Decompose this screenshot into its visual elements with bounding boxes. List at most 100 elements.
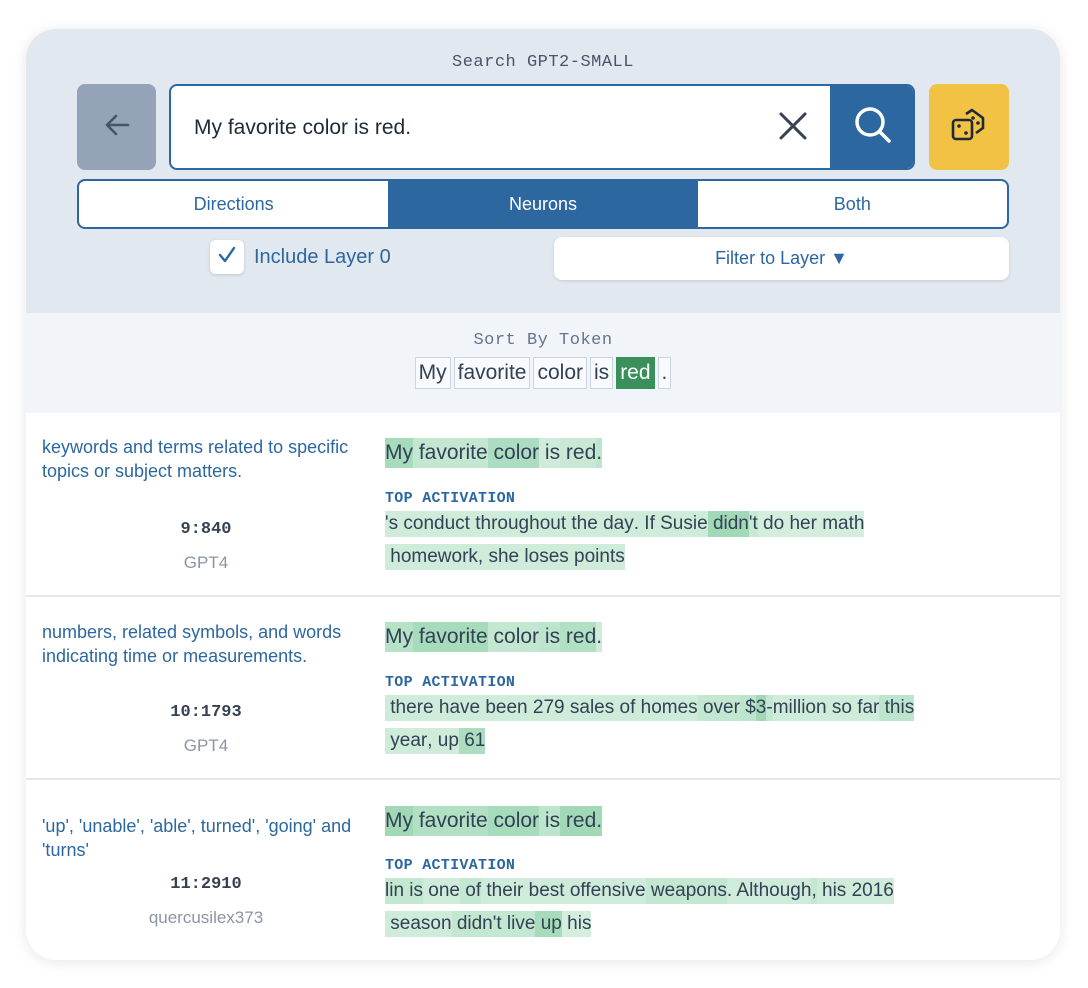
activation-token: his [816,878,847,904]
sort-by-token: Sort By Token My favorite color is red . [26,313,1060,413]
neuron-description: keywords and terms related to specific t… [42,437,349,481]
activation-token: up [432,728,459,754]
activation-line: lin is one of their best offensive weapo… [385,878,1005,911]
neuron-description: numbers, related symbols, and words indi… [42,622,342,666]
result-row[interactable]: 'up', 'unable', 'able', turned', 'going'… [26,780,1060,960]
activation-token: color [487,806,540,836]
search-box [169,84,915,170]
activation-token: If [639,511,655,537]
activation-token: My [385,806,413,836]
activation-token: over [697,695,740,721]
check-icon [217,245,237,270]
activation-token: do [757,511,785,537]
tab-neurons[interactable]: Neurons [388,181,698,227]
activation-token: have [433,695,481,721]
activation-token: sales [564,695,615,721]
activation-line: 's conduct throughout the day. If Susie … [385,511,1005,544]
include-layer0-checkbox[interactable] [210,240,244,274]
activation-token: weapons [645,878,727,904]
clear-button[interactable] [771,106,815,150]
activation-token: 't [748,511,758,537]
activation-token: homework [385,544,478,570]
search-card: Search GPT2-SMALL My favorite color is r… [26,29,1060,960]
search-panel: Search GPT2-SMALL My favorite color is r… [26,29,1060,313]
include-layer0-label: Include Layer 0 [254,245,391,268]
activation-token: been [480,695,528,721]
activation-line: there have been 279 sales of homes over … [385,695,1005,728]
activation-token: his [561,911,592,937]
activation-token: Although [732,878,812,904]
activation-token: color [487,622,540,652]
neuron-id: 10:1793 [170,703,242,722]
top-activation-label: TOP ACTIVATION [385,857,516,874]
filter-layer-dropdown[interactable]: Filter to Layer ▼ [554,237,1009,280]
activation-token: is [539,438,561,468]
token-button[interactable]: My [414,357,451,389]
explanation-source: quercusilex373 [148,908,264,927]
search-title: Search GPT2-SMALL [452,53,634,72]
close-icon [778,111,808,146]
sort-title: Sort By Token [473,331,613,350]
search-button[interactable] [830,86,913,168]
top-activation-text: there have been 279 sales of homes over … [385,695,1005,761]
activation-token: offensive [564,878,646,904]
activation-token: million [772,695,827,721]
activation-token: . [596,622,603,652]
top-activation-label: TOP ACTIVATION [385,674,516,691]
token-button[interactable]: is [590,357,614,389]
activation-token: day [597,511,634,537]
activation-token: didn [451,911,493,937]
activation-token: red [560,438,597,468]
activation-token: 3 [755,695,767,721]
activation-token: lin [385,878,405,904]
mode-tabs: Directions Neurons Both [77,179,1009,229]
activation-token: points [568,544,625,570]
include-layer0-toggle[interactable]: Include Layer 0 [210,239,391,275]
activation-token: conduct [398,511,470,537]
activation-token: My [385,622,413,652]
random-button[interactable] [929,84,1009,170]
token-button[interactable]: . [657,357,672,389]
activation-token: didn [707,511,749,537]
top-activation-text: lin is one of their best offensive weapo… [385,878,1005,944]
activation-token: loses [519,544,569,570]
tab-both[interactable]: Both [698,181,1007,227]
activation-token: 't [492,911,502,937]
activation-token: season [385,911,452,937]
activation-token: red [560,622,597,652]
activation-token: My [385,438,413,468]
arrow-left-icon [102,110,132,145]
activation-token: throughout [469,511,567,537]
activation-token: . [596,806,603,836]
query-sentence: My favorite color is red. [385,438,603,468]
activation-token: 's [385,511,399,537]
result-row[interactable]: keywords and terms related to specific t… [26,413,1060,597]
search-input[interactable] [192,86,756,168]
activation-token: . [596,438,603,468]
token-list: My favorite color is red . [26,357,1060,389]
token-button-selected[interactable]: red [616,357,655,389]
activation-token: so [826,695,852,721]
activation-token: far [851,695,880,721]
activation-token: $ [739,695,756,721]
activation-line: season didn't live up his [385,911,1005,944]
top-activation-label: TOP ACTIVATION [385,490,516,507]
explanation-source: GPT4 [183,553,229,572]
token-button[interactable]: color [533,357,588,389]
activation-token: red [560,806,597,836]
activation-token: their [481,878,524,904]
activation-token: there [385,695,434,721]
back-button[interactable] [77,84,156,170]
result-row[interactable]: numbers, related symbols, and words indi… [26,596,1060,780]
token-button[interactable]: favorite [453,357,531,389]
query-sentence: My favorite color is red. [385,806,603,836]
tab-directions[interactable]: Directions [79,181,388,227]
activation-token: one [423,878,460,904]
activation-token: is [539,806,561,836]
activation-token: her [784,511,817,537]
activation-token: year [385,728,428,754]
activation-line: year, up 61 [385,728,1005,761]
activation-token: is [539,622,561,652]
activation-token: of [460,878,482,904]
activation-token: favorite [413,438,488,468]
